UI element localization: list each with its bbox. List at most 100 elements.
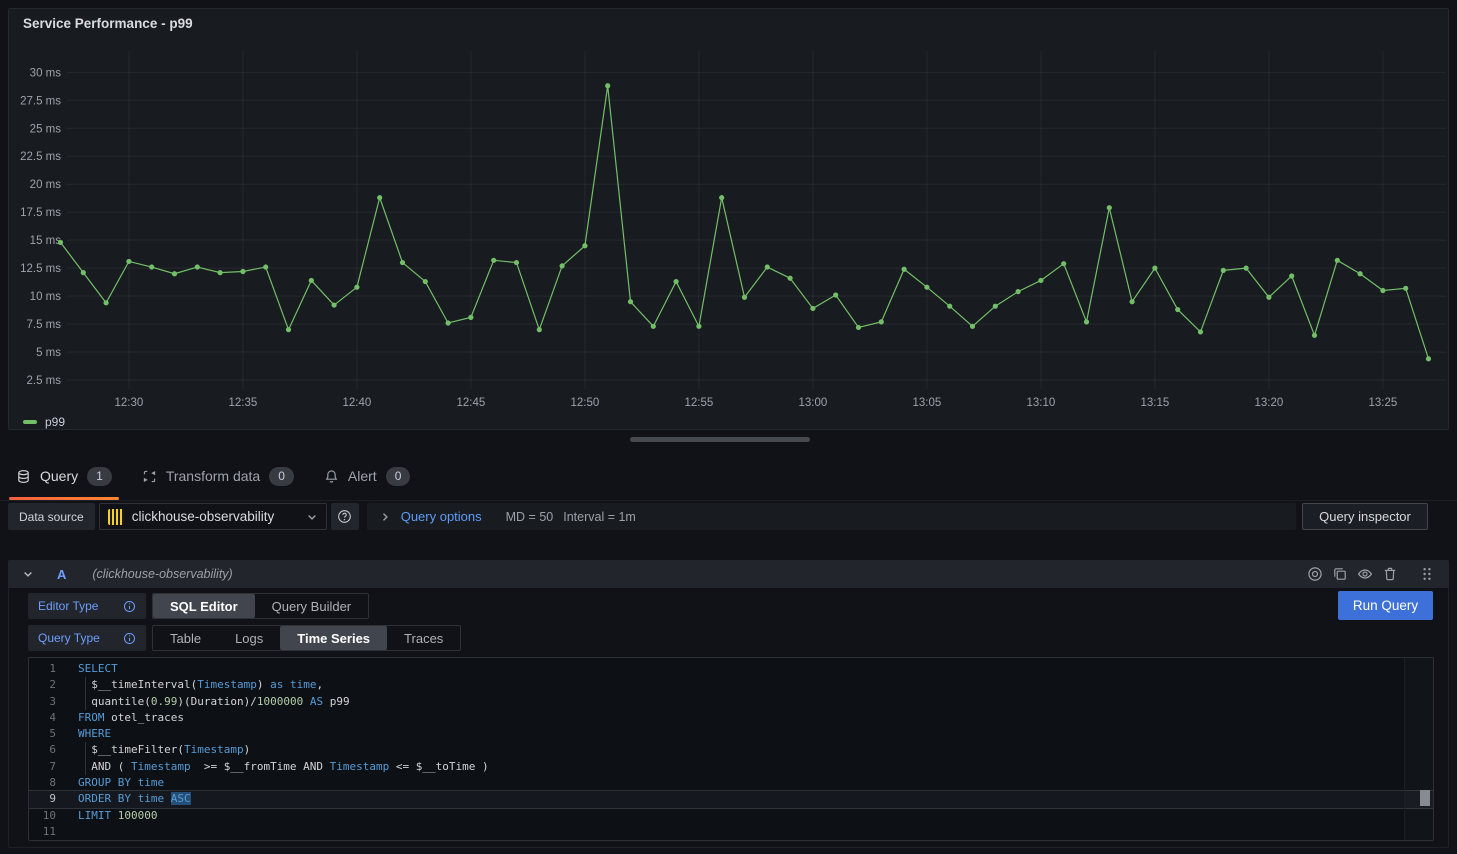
query-inspector-button[interactable]: Query inspector (1302, 503, 1428, 530)
tab-alert[interactable]: Alert 0 (324, 452, 410, 500)
svg-text:13:05: 13:05 (913, 397, 942, 409)
tab-count-badge: 0 (269, 467, 294, 486)
sql-code-editor[interactable]: 1SELECT2 $__timeInterval(Timestamp) as t… (28, 657, 1434, 841)
query-row-actions (1307, 566, 1435, 582)
query-type-row: Query Type TableLogsTime SeriesTraces (28, 625, 461, 651)
option-traces[interactable]: Traces (387, 626, 460, 650)
sql-line-text: LIMIT 100000 (78, 808, 158, 824)
sql-line-text: AND ( Timestamp >= $__fromTime AND Times… (78, 759, 489, 775)
sql-line-text: $__timeFilter(Timestamp) (78, 742, 250, 758)
option-query-builder[interactable]: Query Builder (255, 594, 368, 618)
sql-line-9[interactable]: 9 ORDER BY time ASC (29, 791, 1433, 807)
line-number: 7 (29, 759, 56, 775)
tab-transform-data[interactable]: Transform data 0 (142, 452, 294, 500)
svg-text:13:10: 13:10 (1027, 397, 1056, 409)
line-number: 6 (29, 742, 56, 758)
duplicate-query-icon[interactable] (1332, 566, 1348, 582)
svg-text:25 ms: 25 ms (30, 123, 62, 135)
tab-label: Alert (348, 468, 377, 484)
line-number: 10 (29, 808, 56, 824)
sql-line-text: GROUP BY time (78, 775, 164, 791)
query-options-bar: Query options MD = 50 Interval = 1m (367, 503, 1296, 530)
option-sql-editor[interactable]: SQL Editor (153, 594, 255, 618)
panel-title[interactable]: Service Performance - p99 (23, 16, 193, 31)
svg-text:15 ms: 15 ms (30, 235, 62, 247)
line-number: 3 (29, 694, 56, 710)
sql-line-text: quantile(0.99)(Duration)/1000000 AS p99 (78, 694, 350, 710)
editor-cursor-marker (1420, 790, 1430, 806)
svg-text:7.5 ms: 7.5 ms (26, 319, 61, 331)
delete-query-icon[interactable] (1382, 566, 1398, 582)
max-data-points-value: MD = 50 (506, 510, 554, 524)
sql-line-4[interactable]: 4FROM otel_traces (29, 710, 1433, 726)
collapse-chevron-icon[interactable] (22, 568, 34, 580)
svg-text:13:25: 13:25 (1369, 397, 1398, 409)
svg-text:12:55: 12:55 (685, 397, 714, 409)
editor-type-label: Editor Type (28, 593, 146, 619)
run-query-button[interactable]: Run Query (1338, 591, 1433, 620)
query-datasource-hint: (clickhouse-observability) (92, 567, 232, 581)
chevron-down-icon (306, 511, 318, 523)
horizontal-scrollbar-thumb[interactable] (630, 437, 810, 442)
datasource-picker[interactable]: clickhouse-observability (99, 503, 327, 530)
info-icon[interactable] (123, 632, 136, 645)
sql-line-1[interactable]: 1SELECT (29, 661, 1433, 677)
tab-label: Query (40, 468, 78, 484)
sql-line-2[interactable]: 2 $__timeInterval(Timestamp) as time, (29, 677, 1433, 693)
info-icon[interactable] (123, 600, 136, 613)
svg-text:12.5 ms: 12.5 ms (20, 263, 61, 275)
option-time-series[interactable]: Time Series (280, 626, 387, 650)
chevron-right-icon[interactable] (379, 511, 391, 523)
svg-text:13:15: 13:15 (1141, 397, 1170, 409)
option-logs[interactable]: Logs (218, 626, 280, 650)
sql-line-11[interactable]: 11 (29, 824, 1433, 840)
sql-line-text: FROM otel_traces (78, 710, 184, 726)
option-table[interactable]: Table (153, 626, 218, 650)
editor-tabbar: Query 1 Transform data 0 Alert 0 (0, 452, 1457, 501)
database-icon (16, 469, 31, 484)
editor-type-row: Editor Type SQL EditorQuery Builder (28, 593, 369, 619)
svg-text:2.5 ms: 2.5 ms (26, 375, 61, 387)
time-series-panel: Service Performance - p99 2.5 ms 5 ms 7.5 … (8, 8, 1449, 430)
editor-type-toggle: SQL EditorQuery Builder (152, 593, 369, 619)
question-circle-icon (337, 509, 352, 524)
svg-text:22.5 ms: 22.5 ms (20, 151, 61, 163)
tab-count-badge: 1 (87, 467, 112, 486)
editor-overview-ruler[interactable] (1404, 658, 1433, 840)
sql-line-7[interactable]: 7 AND ( Timestamp >= $__fromTime AND Tim… (29, 759, 1433, 775)
svg-text:5 ms: 5 ms (36, 347, 61, 359)
datasource-row: Data source clickhouse-observability Que… (8, 503, 1428, 530)
sql-line-text: $__timeInterval(Timestamp) as time, (78, 677, 323, 693)
query-ref-id[interactable]: A (57, 567, 66, 582)
sql-line-10[interactable]: 10 LIMIT 100000 (29, 808, 1433, 824)
sql-code-lines: 1SELECT2 $__timeInterval(Timestamp) as t… (29, 661, 1433, 840)
line-number: 2 (29, 677, 56, 693)
query-options-link[interactable]: Query options (401, 509, 482, 524)
svg-text:20 ms: 20 ms (30, 179, 62, 191)
legend-series-color-dash (23, 420, 37, 424)
drag-handle-icon[interactable] (1419, 566, 1435, 582)
sql-line-3[interactable]: 3 quantile(0.99)(Duration)/1000000 AS p9… (29, 694, 1433, 710)
chart-legend[interactable]: p99 (23, 415, 65, 429)
disable-query-icon[interactable] (1307, 566, 1323, 582)
svg-text:12:40: 12:40 (343, 397, 372, 409)
tab-query[interactable]: Query 1 (16, 452, 112, 500)
svg-text:12:35: 12:35 (229, 397, 258, 409)
query-type-toggle: TableLogsTime SeriesTraces (152, 625, 461, 651)
line-number: 9 (29, 791, 56, 807)
svg-text:12:45: 12:45 (457, 397, 486, 409)
svg-text:12:30: 12:30 (115, 397, 144, 409)
datasource-help-button[interactable] (331, 503, 359, 530)
tab-label: Transform data (166, 468, 260, 484)
legend-series-label: p99 (45, 415, 65, 429)
sql-line-text: ORDER BY time ASC (78, 791, 191, 807)
line-number: 1 (29, 661, 56, 677)
hide-response-icon[interactable] (1357, 566, 1373, 582)
clickhouse-logo-icon (108, 509, 124, 525)
query-row-header: A (clickhouse-observability) (8, 560, 1449, 588)
sql-line-8[interactable]: 8GROUP BY time (29, 775, 1433, 791)
tab-count-badge: 0 (386, 467, 411, 486)
sql-line-5[interactable]: 5WHERE (29, 726, 1433, 742)
sql-line-6[interactable]: 6 $__timeFilter(Timestamp) (29, 742, 1433, 758)
datasource-value: clickhouse-observability (132, 509, 275, 524)
